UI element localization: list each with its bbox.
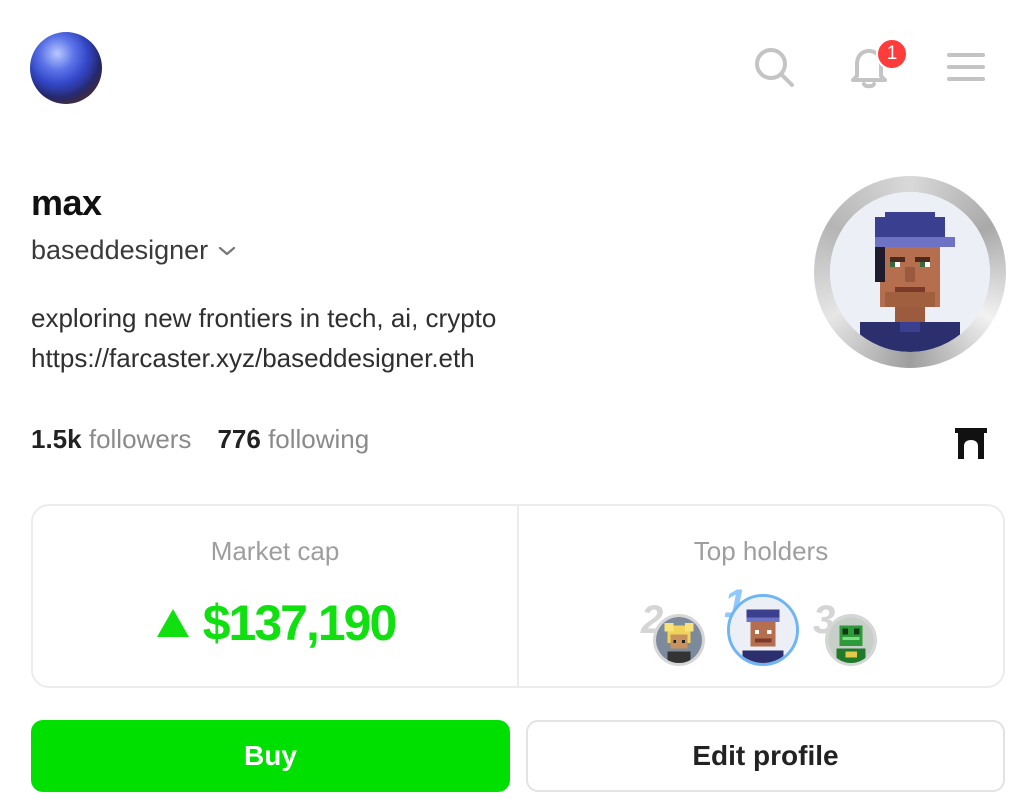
profile-avatar[interactable] [814,176,1006,368]
profile-handle: baseddesigner [31,235,209,265]
holder-avatar-1[interactable] [727,594,799,666]
bio-link[interactable]: https://farcaster.xyz/baseddesigner.eth [31,343,475,373]
followers-label: followers [88,424,192,454]
edit-profile-button[interactable]: Edit profile [526,720,1005,792]
search-icon [755,48,794,87]
followers-count: 1.5k [31,424,82,454]
bio-text: exploring new frontiers in tech, ai, cry… [31,303,497,333]
search-button[interactable] [751,44,797,90]
following-stat[interactable]: 776 following [217,424,369,455]
market-cap-label: Market cap [210,536,340,566]
account-switcher[interactable]: baseddesigner [31,235,236,266]
menu-button[interactable] [943,44,989,90]
notification-badge: 1 [876,38,908,70]
profile-bio: exploring new frontiers in tech, ai, cry… [31,298,496,378]
following-count: 776 [217,424,261,454]
followers-stat[interactable]: 1.5k followers [31,424,191,455]
coin-stats-card: Market cap $137,190 Top holders 2 1 3 [31,504,1005,688]
buy-button[interactable]: Buy [31,720,510,792]
market-cap-value: $137,190 [202,595,398,651]
chevron-down-icon [219,246,236,255]
profile-display-name: max [31,182,102,223]
app-logo-orb[interactable] [30,32,102,104]
pixel-portrait-image [830,192,990,352]
holder-avatar-2[interactable] [653,614,705,666]
avatar-image [830,192,990,352]
follow-stats: 1.5k followers 776 following [31,424,369,455]
top-holders-label: Top holders [693,536,829,566]
following-label: following [268,424,370,454]
menu-icon [947,53,985,81]
top-holders-section[interactable]: Top holders 2 1 3 [517,506,1003,686]
holder-avatar-3[interactable] [825,614,877,666]
triangle-up-icon [156,609,189,637]
market-cap-section[interactable]: Market cap $137,190 [33,506,517,686]
channel-gate-icon[interactable] [954,426,988,460]
